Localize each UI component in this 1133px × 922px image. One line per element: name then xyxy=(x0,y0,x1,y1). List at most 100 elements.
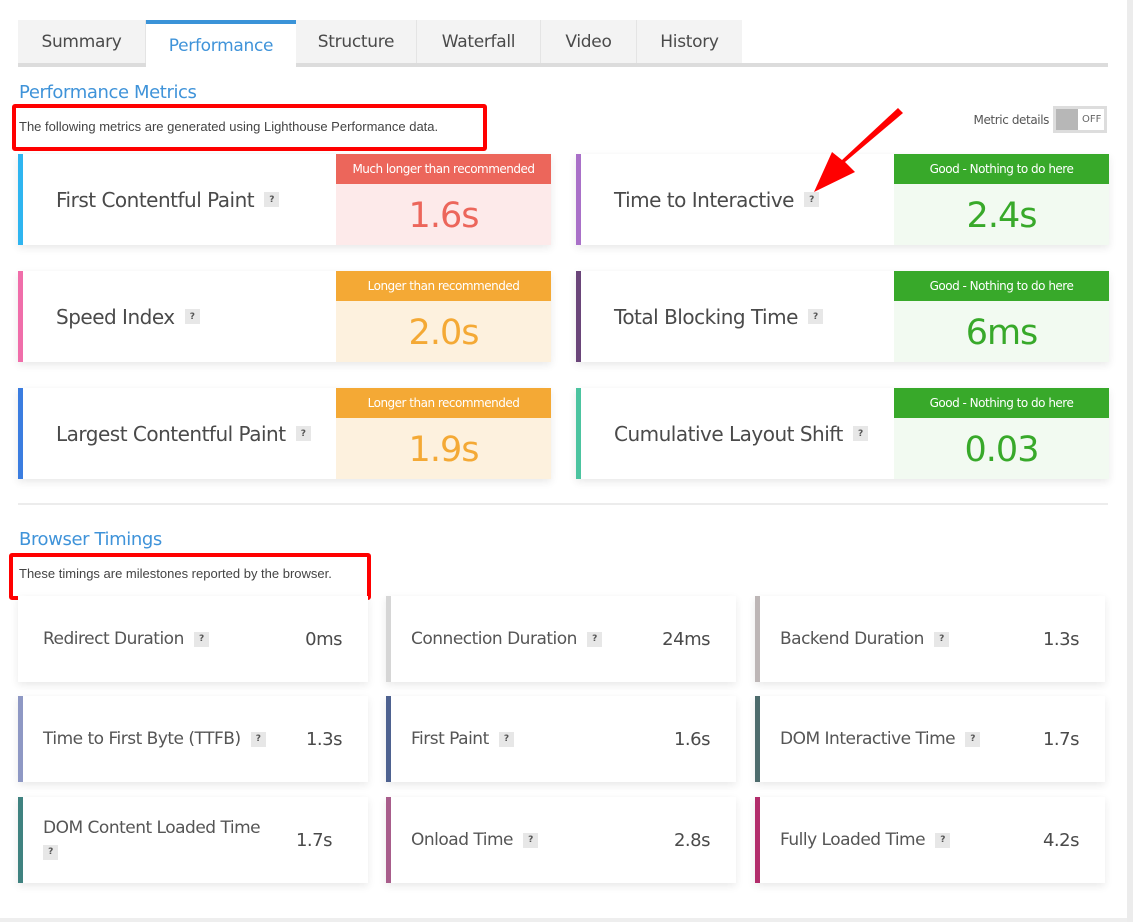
timing-card: Onload Time? 2.8s xyxy=(386,797,736,883)
help-icon[interactable]: ? xyxy=(933,631,949,647)
metric-label: Largest Contentful Paint xyxy=(56,421,286,446)
timing-card: Redirect Duration? 0ms xyxy=(18,596,368,682)
timing-name: DOM Interactive Time? xyxy=(760,727,1015,751)
metric-value: 6ms xyxy=(894,301,1109,362)
metric-value: 0.03 xyxy=(894,418,1109,479)
tab-video[interactable]: Video xyxy=(541,20,637,63)
help-icon[interactable]: ? xyxy=(295,426,311,441)
metric-details-control: Metric details OFF xyxy=(973,106,1107,133)
timing-value: 0ms xyxy=(305,628,342,650)
metric-name: Total Blocking Time? xyxy=(581,271,894,362)
tab-waterfall[interactable]: Waterfall xyxy=(417,20,541,63)
metric-grade: Good - Nothing to do here 2.4s xyxy=(894,154,1109,245)
section-divider xyxy=(18,503,1108,505)
help-icon[interactable]: ? xyxy=(498,731,514,747)
metric-name: Cumulative Layout Shift? xyxy=(581,388,894,479)
help-icon[interactable]: ? xyxy=(250,731,266,747)
timing-label: Connection Duration xyxy=(411,629,577,649)
tab-performance[interactable]: Performance xyxy=(146,20,296,67)
timing-label: Redirect Duration xyxy=(43,629,184,649)
highlight-box xyxy=(12,104,487,151)
metric-details-toggle[interactable]: OFF xyxy=(1053,106,1107,133)
scrollbar-track[interactable] xyxy=(1127,0,1133,922)
metric-name: Speed Index? xyxy=(23,271,336,362)
timing-label: DOM Interactive Time xyxy=(780,729,956,749)
metric-value: 1.9s xyxy=(336,418,551,479)
timing-label: Time to First Byte (TTFB) xyxy=(43,729,241,749)
help-icon[interactable]: ? xyxy=(965,731,981,747)
timing-label: First Paint xyxy=(411,729,489,749)
metric-label: Cumulative Layout Shift xyxy=(614,421,843,446)
timing-name: Onload Time? xyxy=(391,828,646,852)
help-icon[interactable]: ? xyxy=(184,309,200,324)
help-icon[interactable]: ? xyxy=(807,309,823,324)
metric-card: Largest Contentful Paint? Longer than rec… xyxy=(18,388,551,479)
annotation-arrow-icon xyxy=(814,108,903,192)
toggle-state: OFF xyxy=(1082,114,1102,125)
grade-label: Much longer than recommended xyxy=(336,154,551,184)
metric-name: First Contentful Paint? xyxy=(23,154,336,245)
metric-grade: Good - Nothing to do here 0.03 xyxy=(894,388,1109,479)
tab-summary[interactable]: Summary xyxy=(18,20,146,63)
help-icon[interactable]: ? xyxy=(852,426,868,441)
grade-label: Longer than recommended xyxy=(336,388,551,418)
timing-value: 24ms xyxy=(662,628,710,650)
timing-name: Time to First Byte (TTFB)? xyxy=(23,727,278,751)
timing-card: First Paint? 1.6s xyxy=(386,696,736,782)
help-icon[interactable]: ? xyxy=(43,844,58,860)
timing-value: 1.6s xyxy=(673,728,711,750)
metric-card: Total Blocking Time? Good - Nothing to do… xyxy=(576,271,1109,362)
timing-card: Time to First Byte (TTFB)? 1.3s xyxy=(18,696,368,782)
metric-grade: Good - Nothing to do here 6ms xyxy=(894,271,1109,362)
grade-label: Good - Nothing to do here xyxy=(894,271,1109,301)
timing-label: Backend Duration xyxy=(780,629,924,649)
help-icon[interactable]: ? xyxy=(935,832,951,848)
metric-grade: Longer than recommended 2.0s xyxy=(336,271,551,362)
timing-value: 1.3s xyxy=(1042,628,1080,650)
timing-card: Connection Duration? 24ms xyxy=(386,596,736,682)
browser-timings-title: Browser Timings xyxy=(19,529,162,550)
timing-name: Backend Duration? xyxy=(760,627,1015,651)
timing-card: Backend Duration? 1.3s xyxy=(755,596,1105,682)
grade-label: Longer than recommended xyxy=(336,271,551,301)
timing-card: DOM Interactive Time? 1.7s xyxy=(755,696,1105,782)
grade-label: Good - Nothing to do here xyxy=(894,154,1109,184)
timing-value: 1.3s xyxy=(305,728,343,750)
metric-label: First Contentful Paint xyxy=(56,187,255,212)
report-tabs: Summary Performance Structure Waterfall … xyxy=(18,20,1108,67)
highlight-box xyxy=(9,553,371,600)
performance-metrics-title: Performance Metrics xyxy=(19,82,197,103)
grade-label: Good - Nothing to do here xyxy=(894,388,1109,418)
metric-grade: Longer than recommended 1.9s xyxy=(336,388,551,479)
toggle-knob xyxy=(1056,109,1078,130)
metric-value: 2.0s xyxy=(336,301,551,362)
metric-value: 2.4s xyxy=(894,184,1109,245)
metric-card: Cumulative Layout Shift? Good - Nothing t… xyxy=(576,388,1109,479)
metric-label: Speed Index xyxy=(56,304,175,329)
timing-value: 1.7s xyxy=(295,829,333,851)
timing-card: DOM Content Loaded Time? 1.7s xyxy=(18,797,368,883)
metric-name: Largest Contentful Paint? xyxy=(23,388,336,479)
metric-label: Total Blocking Time xyxy=(614,304,798,329)
help-icon[interactable]: ? xyxy=(586,631,602,647)
help-icon[interactable]: ? xyxy=(193,631,209,647)
metric-value: 1.6s xyxy=(336,184,551,245)
timing-name: Connection Duration? xyxy=(391,627,646,651)
timing-value: 1.7s xyxy=(1042,728,1080,750)
metric-card: Speed Index? Longer than recommended 2.0s xyxy=(18,271,551,362)
metric-grade: Much longer than recommended 1.6s xyxy=(336,154,551,245)
metric-card: First Contentful Paint? Much longer than … xyxy=(18,154,551,245)
timing-name: First Paint? xyxy=(391,727,646,751)
tab-structure[interactable]: Structure xyxy=(296,20,417,63)
help-icon[interactable]: ? xyxy=(264,192,280,207)
timing-value: 4.2s xyxy=(1042,829,1080,851)
tab-history[interactable]: History xyxy=(637,20,742,63)
metric-details-label: Metric details xyxy=(973,112,1050,127)
timing-label: Onload Time xyxy=(411,830,514,850)
metric-label: Time to Interactive xyxy=(614,187,794,212)
help-icon[interactable]: ? xyxy=(523,832,538,848)
timing-name: DOM Content Loaded Time? xyxy=(23,816,268,864)
timing-card: Fully Loaded Time? 4.2s xyxy=(755,797,1105,883)
timing-name: Redirect Duration? xyxy=(23,627,278,651)
timing-value: 2.8s xyxy=(673,829,711,851)
